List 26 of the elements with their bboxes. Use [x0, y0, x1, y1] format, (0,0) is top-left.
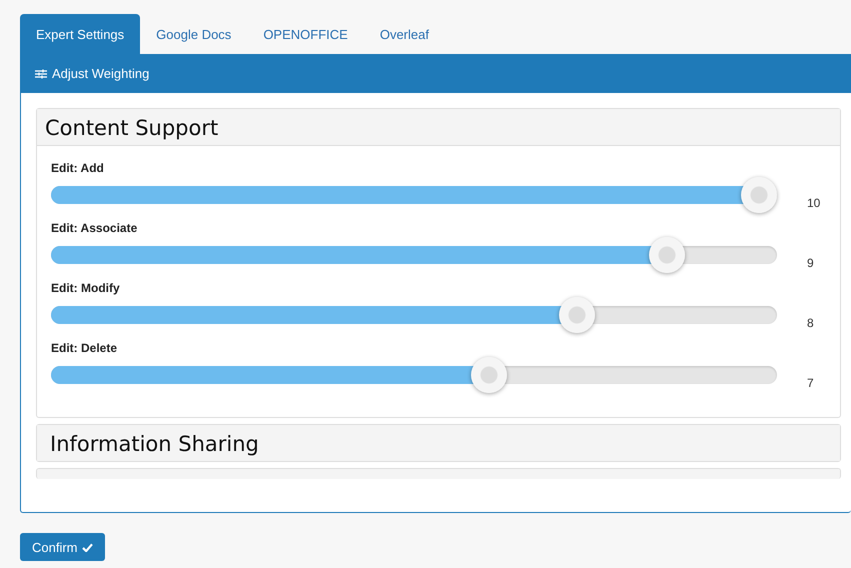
slider-thumb[interactable] [649, 237, 686, 273]
slider-thumb[interactable] [558, 297, 595, 333]
slider-label: Edit: Modify [51, 281, 121, 297]
slider[interactable] [51, 356, 777, 394]
slider[interactable] [51, 236, 777, 274]
confirm-button[interactable]: Confirm [20, 533, 105, 561]
panel-title: Adjust Weighting [52, 66, 150, 81]
slider-thumb[interactable] [471, 357, 508, 393]
section-header[interactable]: Content Support [37, 109, 840, 146]
slider-value: 10 [807, 196, 820, 210]
slider-label: Edit: Delete [51, 341, 118, 357]
slider-value: 8 [807, 316, 814, 330]
checkmark-icon [82, 542, 93, 552]
slider-label: Edit: Associate [51, 221, 138, 237]
section-header[interactable]: Information Sharing [37, 425, 840, 461]
tab[interactable]: Google Docs [140, 14, 248, 54]
sliders-icon [35, 68, 47, 78]
slider-value: 7 [807, 376, 814, 390]
slider[interactable] [51, 176, 777, 214]
tab[interactable]: OPENOFFICE [247, 14, 364, 54]
tab[interactable]: Expert Settings [20, 14, 140, 54]
tab[interactable]: Overleaf [364, 14, 445, 54]
slider-label: Edit: Add [51, 161, 105, 177]
slider-value: 9 [807, 256, 814, 270]
slider[interactable] [51, 296, 777, 334]
slider-thumb[interactable] [741, 177, 777, 213]
